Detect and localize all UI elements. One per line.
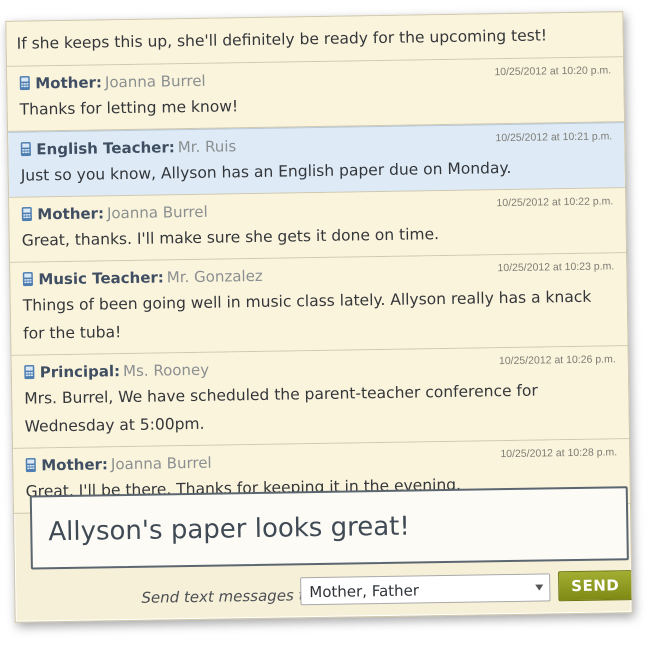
sender-name: Joanna Burrel: [106, 202, 208, 223]
message-item: Mother: Joanna Burrel 10/25/2012 at 10:22…: [9, 188, 627, 263]
message-text: If she keeps this up, she'll definitely …: [16, 26, 548, 53]
send-controls: Send text messages to Mother, Father SEN…: [15, 570, 633, 616]
recipients-select[interactable]: Mother, Father: [300, 573, 551, 606]
message-item: Principal: Ms. Rooney 10/25/2012 at 10:26…: [11, 346, 629, 449]
sender-role: English Teacher:: [36, 138, 175, 159]
sender-name: Ms. Rooney: [122, 360, 210, 381]
messaging-panel: If she keeps this up, she'll definitely …: [5, 11, 633, 623]
chevron-down-icon: [535, 584, 544, 591]
sender-name: Mr. Ruis: [177, 137, 237, 157]
recipients-value: Mother, Father: [309, 581, 420, 602]
sender-role: Principal:: [39, 362, 121, 382]
mobile-phone-icon: [21, 207, 32, 222]
sender-name: Joanna Burrel: [104, 71, 206, 92]
message-timestamp: 10/25/2012 at 10:23 p.m.: [497, 260, 615, 275]
send-button[interactable]: SEND: [558, 570, 633, 602]
message-item: Music Teacher: Mr. Gonzalez 10/25/2012 at…: [10, 253, 628, 356]
sender-name: Mr. Gonzalez: [166, 266, 263, 287]
mobile-phone-icon: [24, 365, 35, 380]
mobile-phone-icon: [25, 457, 36, 473]
message-item: English Teacher: Mr. Ruis 10/25/2012 at 1…: [8, 122, 626, 198]
message-text: Mrs. Burrel, We have scheduled the paren…: [24, 381, 538, 436]
sender-name: Joanna Burrel: [110, 453, 212, 474]
mobile-phone-icon: [20, 142, 31, 157]
message-timestamp: 10/25/2012 at 10:22 p.m.: [496, 195, 614, 210]
mobile-phone-icon: [22, 272, 33, 287]
sender-role: Music Teacher:: [38, 268, 164, 289]
sender-role: Mother:: [35, 73, 103, 93]
compose-text[interactable]: Allyson's paper looks great!: [48, 512, 410, 548]
send-to-label: Send text messages to: [141, 586, 314, 607]
mobile-phone-icon: [19, 76, 30, 91]
message-timestamp: 10/25/2012 at 10:20 p.m.: [494, 64, 612, 79]
message-timestamp: 10/25/2012 at 10:26 p.m.: [498, 353, 616, 368]
sender-role: Mother:: [41, 455, 109, 475]
message-compose-field[interactable]: Allyson's paper looks great!: [29, 486, 629, 570]
message-item: Mother: Joanna Burrel 10/25/2012 at 10:20…: [7, 57, 624, 132]
message-timestamp: 10/25/2012 at 10:28 p.m.: [500, 446, 618, 461]
message-timestamp: 10/25/2012 at 10:21 p.m.: [495, 130, 613, 145]
message-thread[interactable]: If she keeps this up, she'll definitely …: [6, 12, 630, 514]
message-text: Things of been going well in music class…: [22, 287, 592, 343]
sender-role: Mother:: [37, 204, 105, 224]
